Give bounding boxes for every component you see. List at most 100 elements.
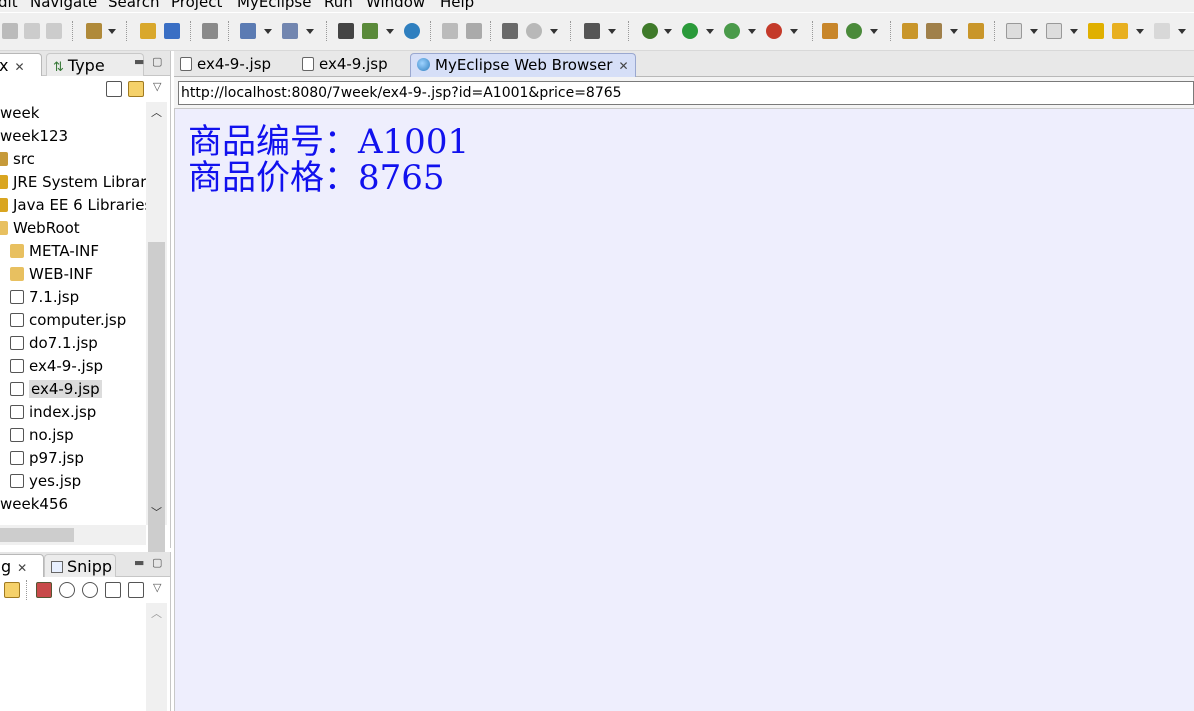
- tab-snippets[interactable]: Snipp: [44, 554, 116, 577]
- chevron-up-icon[interactable]: ︿: [151, 605, 162, 621]
- tree-item-file[interactable]: 7.1.jsp: [10, 286, 79, 308]
- last-edit-icon[interactable]: [1088, 23, 1104, 39]
- chevron-down-icon[interactable]: [608, 29, 616, 34]
- tree-item-file[interactable]: ex4-9-.jsp: [10, 355, 103, 377]
- save-icon[interactable]: [2, 23, 18, 39]
- tab-package-explorer[interactable]: x ✕: [0, 53, 42, 76]
- next-annotation-icon[interactable]: [1006, 23, 1022, 39]
- chevron-down-icon[interactable]: [1178, 29, 1186, 34]
- chevron-down-icon[interactable]: [550, 29, 558, 34]
- url-input[interactable]: [178, 81, 1194, 105]
- db-icon[interactable]: [338, 23, 354, 39]
- minimize-icon[interactable]: ▬: [134, 55, 144, 68]
- menu-edit[interactable]: dit: [0, 0, 18, 12]
- run-config-icon[interactable]: [724, 23, 740, 39]
- tree-item-jre[interactable]: JRE System Library: [0, 171, 146, 193]
- horizontal-scrollbar[interactable]: [0, 525, 146, 545]
- close-icon[interactable]: ✕: [618, 55, 628, 78]
- tree-item-web-inf[interactable]: WEB-INF: [10, 263, 93, 285]
- view-menu-icon[interactable]: ▽: [153, 80, 161, 93]
- chevron-down-icon[interactable]: [706, 29, 714, 34]
- back-icon[interactable]: [442, 23, 458, 39]
- tree-item-file[interactable]: p97.jsp: [10, 447, 84, 469]
- chevron-down-icon[interactable]: [264, 29, 272, 34]
- tree-item-javaee[interactable]: Java EE 6 Libraries: [0, 194, 146, 216]
- debug-icon[interactable]: [642, 23, 658, 39]
- tree-item-week[interactable]: week: [0, 102, 39, 124]
- chevron-down-icon[interactable]: [870, 29, 878, 34]
- tree-item-meta-inf[interactable]: META-INF: [10, 240, 99, 262]
- vertical-scrollbar[interactable]: ︿ ﹀: [146, 102, 167, 554]
- open-type-icon[interactable]: [502, 23, 518, 39]
- package-icon[interactable]: [140, 23, 156, 39]
- collapse-all-icon[interactable]: [106, 81, 122, 97]
- tree-item-file[interactable]: computer.jsp: [10, 309, 126, 331]
- refresh-icon[interactable]: [466, 23, 482, 39]
- tab-type-hierarchy[interactable]: ⇅ Type: [46, 53, 144, 76]
- menu-navigate[interactable]: Navigate: [30, 0, 97, 12]
- tab-outline[interactable]: g ✕: [0, 554, 44, 577]
- stop-icon[interactable]: [766, 23, 782, 39]
- menu-search[interactable]: Search: [108, 0, 160, 12]
- refresh-icon[interactable]: [36, 582, 52, 598]
- deploy-icon[interactable]: [164, 23, 180, 39]
- search-wizard-icon[interactable]: [282, 23, 298, 39]
- chevron-down-icon[interactable]: [1136, 29, 1144, 34]
- menu-project[interactable]: Project: [171, 0, 222, 12]
- chevron-down-icon[interactable]: [306, 29, 314, 34]
- tree-item-file[interactable]: index.jsp: [10, 401, 96, 423]
- save-all-icon[interactable]: [24, 23, 40, 39]
- link-editor-icon[interactable]: [4, 582, 20, 598]
- tree-item-file-selected[interactable]: ex4-9.jsp: [10, 378, 102, 400]
- menu-window[interactable]: Window: [366, 0, 425, 12]
- run-icon[interactable]: [682, 23, 698, 39]
- menu-myeclipse[interactable]: MyEclipse: [237, 0, 311, 12]
- camera-icon[interactable]: [584, 23, 600, 39]
- chevron-down-icon[interactable]: [664, 29, 672, 34]
- maximize-icon[interactable]: ▢: [152, 556, 162, 569]
- menu-run[interactable]: Run: [324, 0, 353, 12]
- wizard-icon[interactable]: [240, 23, 256, 39]
- back-arrow-icon[interactable]: [1112, 23, 1128, 39]
- tree-item-file[interactable]: no.jsp: [10, 424, 74, 446]
- tab-web-browser[interactable]: MyEclipse Web Browser ✕: [410, 53, 636, 77]
- forward-arrow-icon[interactable]: [1154, 23, 1170, 39]
- web-icon[interactable]: [526, 23, 542, 39]
- chevron-down-icon[interactable]: [108, 29, 116, 34]
- chevron-down-icon[interactable]: [748, 29, 756, 34]
- new-icon[interactable]: [846, 23, 862, 39]
- zoom-100-icon[interactable]: [105, 582, 121, 598]
- zoom-out-icon[interactable]: [59, 582, 75, 598]
- run-server-icon[interactable]: [362, 23, 378, 39]
- tree-item-src[interactable]: src: [0, 148, 35, 170]
- prev-annotation-icon[interactable]: [1046, 23, 1062, 39]
- chevron-down-icon[interactable]: [1030, 29, 1038, 34]
- open-folder-icon[interactable]: [902, 23, 918, 39]
- vertical-scrollbar[interactable]: ︿: [146, 603, 167, 711]
- server-icon[interactable]: [202, 23, 218, 39]
- chevron-down-icon[interactable]: [1070, 29, 1078, 34]
- pen-icon[interactable]: [926, 23, 942, 39]
- chevron-down-icon[interactable]: [386, 29, 394, 34]
- menu-help[interactable]: Help: [440, 0, 474, 12]
- tree-item-week123[interactable]: week123: [0, 125, 68, 147]
- link-editor-icon[interactable]: [128, 81, 144, 97]
- tab-ex4-9-jsp[interactable]: ex4-9.jsp: [296, 53, 414, 77]
- tree-item-week456[interactable]: week456: [0, 493, 68, 515]
- globe-icon[interactable]: [404, 23, 420, 39]
- print-icon[interactable]: [46, 23, 62, 39]
- fit-icon[interactable]: [128, 582, 144, 598]
- maximize-icon[interactable]: ▢: [152, 55, 162, 68]
- scroll-thumb[interactable]: [0, 528, 74, 542]
- tree-item-file[interactable]: do7.1.jsp: [10, 332, 98, 354]
- chevron-up-icon[interactable]: ︿: [151, 104, 162, 120]
- view-menu-icon[interactable]: ▽: [153, 581, 161, 594]
- tree-item-file[interactable]: yes.jsp: [10, 470, 81, 492]
- chevron-down-icon[interactable]: [950, 29, 958, 34]
- tree-item-webroot[interactable]: WebRoot: [0, 217, 80, 239]
- new-project-icon[interactable]: [86, 23, 102, 39]
- open-file-icon[interactable]: [968, 23, 984, 39]
- new-class-icon[interactable]: [822, 23, 838, 39]
- chevron-down-icon[interactable]: [790, 29, 798, 34]
- zoom-in-icon[interactable]: [82, 582, 98, 598]
